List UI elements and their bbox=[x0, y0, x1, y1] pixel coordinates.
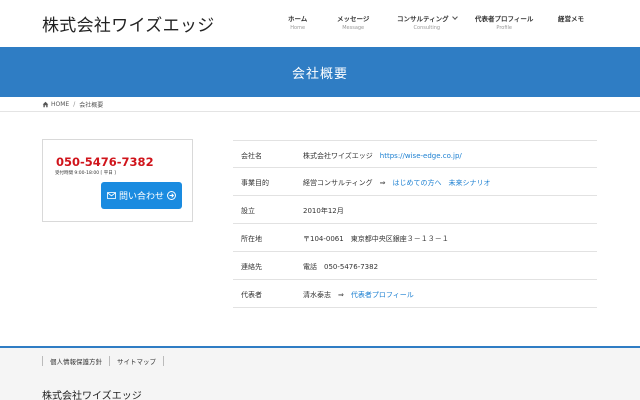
contact-button[interactable]: 問い合わせ bbox=[101, 182, 182, 209]
breadcrumb: HOME / 会社概要 bbox=[0, 97, 640, 112]
row-value: 〒104-0061 東京都中央区銀座３－１３－１ bbox=[303, 235, 449, 243]
row-label: 設立 bbox=[241, 207, 255, 215]
breadcrumb-separator: / bbox=[73, 101, 76, 108]
footer-link-privacy[interactable]: 個人情報保護方針 bbox=[42, 356, 109, 366]
site-header: 株式会社ワイズエッジ ホーム Home メッセージ Message コンサルティ… bbox=[0, 0, 640, 47]
table-row: 設立 2010年12月 bbox=[233, 196, 597, 224]
nav-label: ホーム bbox=[288, 15, 308, 23]
breadcrumb-home[interactable]: HOME bbox=[51, 101, 69, 108]
phone-number[interactable]: 050-5476-7382 bbox=[56, 155, 154, 169]
table-row: 会社名 株式会社ワイズエッジ https://wise-edge.co.jp/ bbox=[233, 140, 597, 168]
row-label: 会社名 bbox=[241, 152, 262, 160]
nav-item-profile[interactable]: 代表者プロフィール Profile bbox=[475, 13, 533, 31]
footer-company-name: 株式会社ワイズエッジ bbox=[42, 391, 142, 400]
business-hours: 受付時間 9:00-18:00 [ 平日 ] bbox=[55, 171, 116, 176]
row-value: 経営コンサルティング ⇒ はじめての方へ 未来シナリオ bbox=[303, 179, 491, 187]
row-label: 所在地 bbox=[241, 235, 262, 243]
row-value: 株式会社ワイズエッジ https://wise-edge.co.jp/ bbox=[303, 152, 462, 160]
table-row: 連絡先 電話 050-5476-7382 bbox=[233, 252, 597, 280]
row-value: 2010年12月 bbox=[303, 207, 344, 215]
page-header-band: 会社概要 bbox=[0, 47, 640, 97]
table-row: 事業目的 経営コンサルティング ⇒ はじめての方へ 未来シナリオ bbox=[233, 168, 597, 196]
nav-item-memo[interactable]: 経営メモ bbox=[558, 13, 584, 23]
nav-item-home[interactable]: ホーム Home bbox=[288, 13, 307, 31]
nav-label: メッセージ bbox=[337, 15, 370, 23]
row-value: 電話 050-5476-7382 bbox=[303, 263, 379, 271]
page-title: 会社概要 bbox=[291, 67, 348, 82]
footer-nav: 個人情報保護方針 サイトマップ bbox=[42, 356, 164, 366]
global-nav: ホーム Home メッセージ Message コンサルティング Consulti… bbox=[0, 13, 640, 37]
contact-card: 050-5476-7382 受付時間 9:00-18:00 [ 平日 ] 問い合… bbox=[42, 139, 193, 222]
row-label: 事業目的 bbox=[241, 179, 269, 187]
footer-link-sitemap[interactable]: サイトマップ bbox=[109, 356, 164, 366]
arrow-circle-right-icon bbox=[167, 191, 176, 200]
row-label: 代表者 bbox=[241, 291, 262, 299]
table-row: 代表者 清水泰志 ⇒ 代表者プロフィール bbox=[233, 280, 597, 308]
nav-sublabel: Consulting bbox=[413, 25, 441, 31]
first-visit-link[interactable]: はじめての方へ bbox=[392, 179, 441, 187]
breadcrumb-current: 会社概要 bbox=[79, 102, 104, 109]
nav-sublabel: Home bbox=[290, 25, 306, 31]
nav-label: コンサルティング bbox=[397, 13, 458, 23]
row-label: 連絡先 bbox=[241, 263, 262, 271]
row-value: 清水泰志 ⇒ 代表者プロフィール bbox=[303, 291, 414, 299]
home-icon bbox=[42, 101, 49, 108]
mail-icon bbox=[107, 192, 116, 199]
nav-label: 代表者プロフィール bbox=[475, 15, 534, 23]
contact-button-label: 問い合わせ bbox=[118, 192, 164, 202]
nav-sublabel: Message bbox=[342, 25, 365, 31]
profile-link[interactable]: 代表者プロフィール bbox=[351, 291, 414, 299]
company-info-table: 会社名 株式会社ワイズエッジ https://wise-edge.co.jp/ 事… bbox=[233, 140, 597, 308]
site-footer: 個人情報保護方針 サイトマップ 株式会社ワイズエッジ bbox=[0, 346, 640, 400]
table-row: 所在地 〒104-0061 東京都中央区銀座３－１３－１ bbox=[233, 224, 597, 252]
nav-item-consulting[interactable]: コンサルティング Consulting bbox=[397, 13, 458, 31]
nav-sublabel: Profile bbox=[496, 25, 512, 31]
nav-label: 経営メモ bbox=[558, 15, 584, 23]
future-scenario-link[interactable]: 未来シナリオ bbox=[448, 179, 490, 187]
website-link[interactable]: https://wise-edge.co.jp/ bbox=[380, 152, 462, 160]
chevron-down-icon bbox=[451, 14, 458, 20]
nav-item-message[interactable]: メッセージ Message bbox=[337, 13, 369, 31]
